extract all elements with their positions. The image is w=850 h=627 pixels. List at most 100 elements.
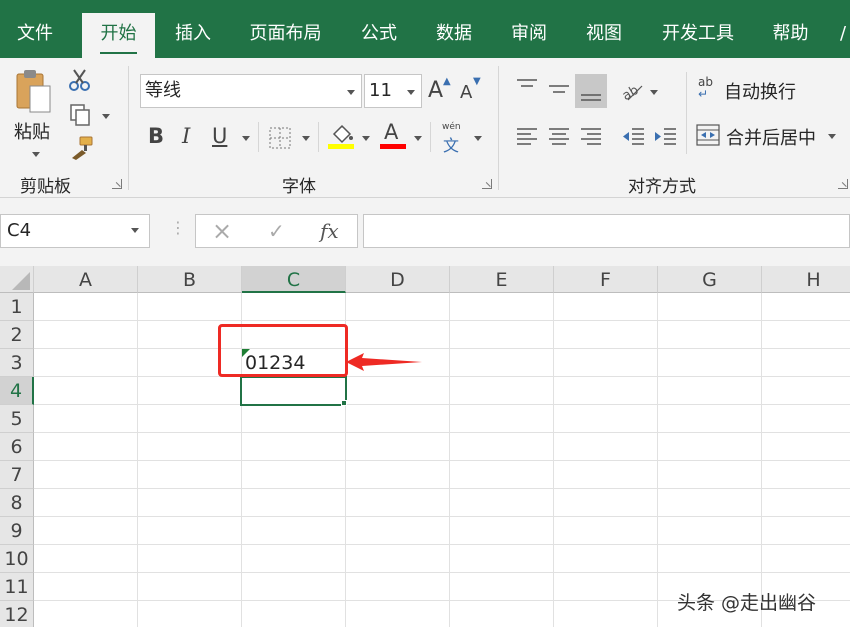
copy-dropdown-icon[interactable] <box>102 114 110 119</box>
column-header-a[interactable]: A <box>34 266 138 293</box>
row-header-3[interactable]: 3 <box>0 349 34 377</box>
shrink-font-button[interactable]: A ▼ <box>458 76 482 106</box>
orientation-dropdown-icon[interactable] <box>650 90 658 95</box>
row-header-4[interactable]: 4 <box>0 377 34 405</box>
tab-formulas[interactable]: 公式 <box>343 13 415 58</box>
name-box-value: C4 <box>7 220 32 241</box>
gridline <box>34 460 850 461</box>
fill-color-icon[interactable] <box>328 122 356 150</box>
insert-function-icon[interactable]: fx <box>320 215 339 247</box>
decrease-indent-icon[interactable] <box>620 124 646 150</box>
column-header-g[interactable]: G <box>658 266 762 293</box>
paste-button[interactable]: 粘贴 <box>10 68 58 164</box>
align-center-icon[interactable] <box>546 124 572 150</box>
row-header-5[interactable]: 5 <box>0 405 34 433</box>
phonetic-icon: 文 <box>443 136 460 155</box>
underline-dropdown-icon[interactable] <box>242 136 250 141</box>
orientation-icon[interactable]: ab <box>620 78 646 104</box>
active-cell-c4[interactable] <box>240 376 347 406</box>
fill-handle[interactable] <box>341 400 347 406</box>
underline-button[interactable]: U <box>212 124 227 148</box>
tab-insert[interactable]: 插入 <box>158 13 228 58</box>
cancel-icon[interactable]: × <box>212 215 232 247</box>
merge-center-label: 合并后居中 <box>726 128 816 149</box>
formula-buttons: × ✓ fx <box>195 214 358 248</box>
watermark: 头条 @走出幽谷 <box>677 592 817 614</box>
column-header-d[interactable]: D <box>346 266 450 293</box>
align-right-icon[interactable] <box>578 124 604 150</box>
top-align-icon[interactable] <box>514 76 540 102</box>
tab-file[interactable]: 文件 <box>0 13 70 58</box>
row-header-12[interactable]: 12 <box>0 601 34 627</box>
copy-icon[interactable] <box>68 103 92 127</box>
fill-color-dropdown-icon[interactable] <box>362 136 370 141</box>
shrink-font-icon: A <box>460 82 473 103</box>
font-size-dropdown-icon <box>407 90 415 95</box>
phonetic-guide-button[interactable]: wén 文 <box>440 122 466 155</box>
column-header-b[interactable]: B <box>138 266 242 293</box>
italic-button[interactable]: I <box>182 124 190 148</box>
tab-home-label: 开始 <box>100 23 137 44</box>
tab-overflow[interactable]: / <box>836 13 850 58</box>
borders-dropdown-icon[interactable] <box>302 136 310 141</box>
group-divider-2 <box>498 66 499 190</box>
ribbon-tab-bar: 文件 开始 插入 页面布局 公式 数据 审阅 视图 开发工具 帮助 / <box>0 0 850 58</box>
clipboard-launcher-icon[interactable] <box>112 179 122 189</box>
tab-page-layout[interactable]: 页面布局 <box>238 13 333 58</box>
font-launcher-icon[interactable] <box>482 179 492 189</box>
grow-font-button[interactable]: A ▲ <box>428 76 452 106</box>
font-name-value: 等线 <box>145 80 181 101</box>
enter-icon[interactable]: ✓ <box>268 215 285 247</box>
increase-indent-icon[interactable] <box>652 124 678 150</box>
font-size-combo[interactable]: 11 <box>364 74 422 108</box>
gridline <box>34 348 850 349</box>
tab-help[interactable]: 帮助 <box>758 13 823 58</box>
middle-align-icon[interactable] <box>546 76 572 102</box>
format-painter-icon[interactable] <box>68 136 94 160</box>
merge-center-icon <box>696 124 720 146</box>
row-header-10[interactable]: 10 <box>0 545 34 573</box>
spreadsheet-grid: A B C D E F G H 1 2 3 4 5 6 7 8 9 10 11 … <box>0 266 850 627</box>
column-header-h[interactable]: H <box>762 266 850 293</box>
row-header-11[interactable]: 11 <box>0 573 34 601</box>
tab-data[interactable]: 数据 <box>418 13 490 58</box>
row-header-1[interactable]: 1 <box>0 293 34 321</box>
align-left-icon[interactable] <box>514 124 540 150</box>
annotation-highlight-box <box>218 324 348 377</box>
bold-button[interactable]: B <box>148 124 164 148</box>
paste-icon <box>16 70 51 113</box>
formula-input[interactable] <box>363 214 850 248</box>
alignment-group-label: 对齐方式 <box>628 177 696 197</box>
bottom-align-icon <box>581 94 601 101</box>
column-header-c[interactable]: C <box>242 266 346 293</box>
tab-review[interactable]: 审阅 <box>493 13 565 58</box>
font-color-button[interactable]: A <box>380 120 406 150</box>
gridline <box>34 516 850 517</box>
bottom-align-button[interactable] <box>575 74 607 108</box>
tab-home[interactable]: 开始 <box>82 13 155 58</box>
row-header-7[interactable]: 7 <box>0 461 34 489</box>
font-color-dropdown-icon[interactable] <box>414 136 422 141</box>
clipboard-group-label: 剪贴板 <box>20 177 71 197</box>
row-header-6[interactable]: 6 <box>0 433 34 461</box>
column-header-e[interactable]: E <box>450 266 554 293</box>
svg-text:ab: ab <box>620 83 641 104</box>
select-all-corner[interactable] <box>0 266 34 293</box>
font-name-combo[interactable]: 等线 <box>140 74 362 108</box>
row-header-9[interactable]: 9 <box>0 517 34 545</box>
borders-icon[interactable] <box>268 126 292 150</box>
tab-developer[interactable]: 开发工具 <box>648 13 748 58</box>
wrap-text-button[interactable]: ab ↵ 自动换行 <box>698 76 808 106</box>
alignment-launcher-icon[interactable] <box>838 179 848 189</box>
tab-view[interactable]: 视图 <box>568 13 640 58</box>
merge-dropdown-icon <box>828 134 836 139</box>
merge-center-button[interactable]: 合并后居中 <box>696 122 844 152</box>
annotation-arrow-icon <box>346 353 422 371</box>
phonetic-dropdown-icon[interactable] <box>474 136 482 141</box>
row-header-8[interactable]: 8 <box>0 489 34 517</box>
column-header-f[interactable]: F <box>554 266 658 293</box>
name-box[interactable]: C4 <box>0 214 150 248</box>
cut-icon[interactable] <box>68 68 92 92</box>
row-header-2[interactable]: 2 <box>0 321 34 349</box>
formula-bar-splitter-icon[interactable]: ⋮ <box>170 220 186 236</box>
